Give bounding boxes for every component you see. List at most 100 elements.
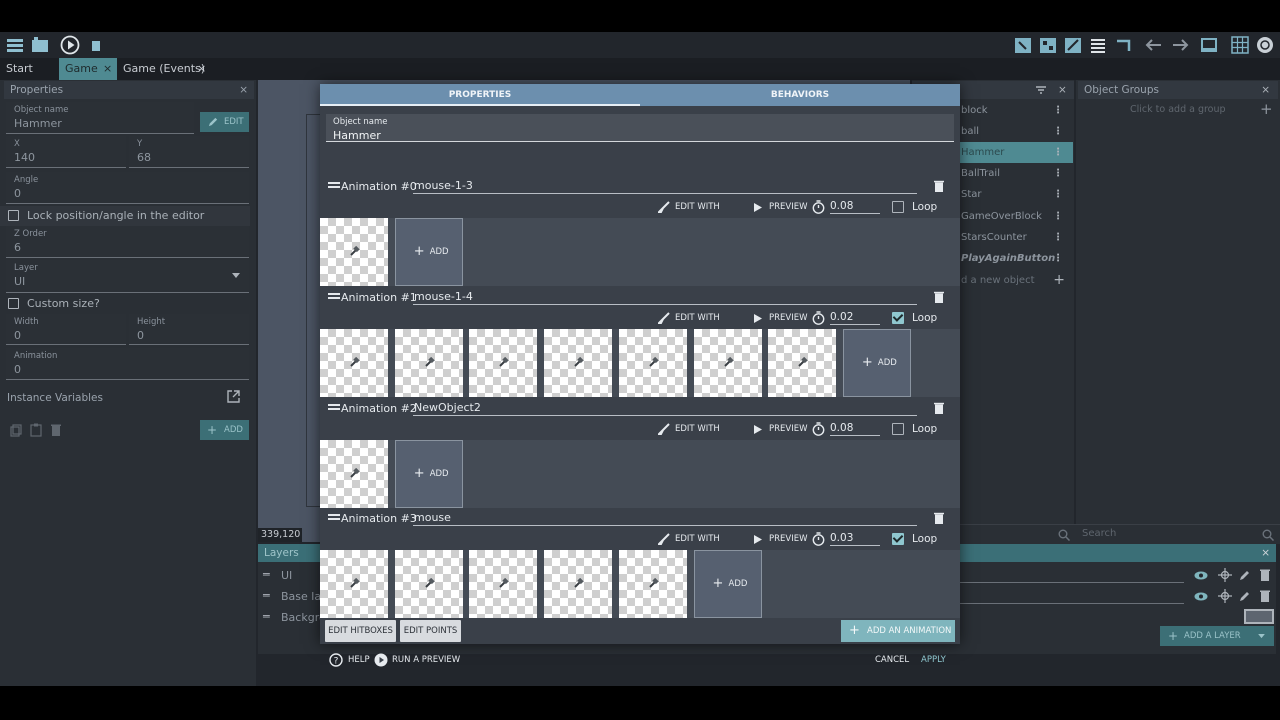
edit-points-button[interactable]: EDIT POINTS: [400, 620, 461, 642]
loop-checkbox[interactable]: [892, 312, 904, 324]
animation-frame[interactable]: [693, 329, 762, 397]
lock-position-row[interactable]: Lock position/angle in the editor: [0, 206, 250, 226]
tab-game[interactable]: Game ×: [59, 58, 117, 80]
crosshair-icon[interactable]: [1218, 568, 1232, 582]
animation-frame[interactable]: [320, 440, 388, 508]
height-field[interactable]: Height 0: [129, 314, 249, 345]
edit-with-piskel-button[interactable]: EDIT WITH PISKEL: [658, 199, 748, 228]
more-options-icon[interactable]: ⋮: [1053, 206, 1063, 227]
layer-name[interactable]: Backgro: [281, 611, 326, 624]
plus-icon[interactable]: +: [1260, 100, 1273, 118]
close-icon[interactable]: ×: [239, 81, 248, 99]
zorder-field[interactable]: Z Order 6: [6, 226, 249, 258]
close-icon[interactable]: ×: [103, 58, 112, 80]
add-new-object[interactable]: d a new object +: [955, 270, 1073, 291]
search-icon[interactable]: [1262, 529, 1274, 541]
more-options-icon[interactable]: ⋮: [1053, 248, 1063, 269]
frame-time-input[interactable]: 0.08: [830, 199, 880, 214]
animation-frame[interactable]: [544, 550, 613, 618]
edit-with-piskel-button[interactable]: EDIT WITH PISKEL: [658, 310, 748, 339]
search-bar[interactable]: Search: [960, 524, 1280, 544]
close-icon[interactable]: ×: [1058, 81, 1067, 99]
drag-handle-icon[interactable]: ═: [263, 589, 270, 602]
delete-icon[interactable]: [1260, 569, 1270, 581]
undo-icon[interactable]: [1144, 35, 1164, 55]
object-item[interactable]: ball ⋮: [955, 121, 1073, 142]
help-button[interactable]: ? HELP: [329, 651, 370, 669]
angle-field[interactable]: Angle 0: [6, 172, 249, 204]
edit-with-piskel-button[interactable]: EDIT WITH PISKEL: [658, 531, 748, 560]
animation-frame[interactable]: [618, 329, 687, 397]
background-color-swatch[interactable]: [1244, 609, 1274, 624]
animation-name-input[interactable]: NewObject2: [413, 400, 917, 416]
animation-name-input[interactable]: mouse: [413, 510, 917, 526]
preview-button[interactable]: PREVIEW: [754, 199, 808, 215]
project-manager-icon[interactable]: [5, 35, 25, 55]
edit-with-piskel-button[interactable]: EDIT WITH PISKEL: [658, 421, 748, 450]
animation-frame[interactable]: [394, 329, 463, 397]
close-icon[interactable]: ×: [197, 58, 206, 80]
tab-start-page[interactable]: Start Page: [0, 58, 58, 97]
object-item-selected[interactable]: Hammer ⋮: [955, 142, 1073, 163]
object-editor-icon[interactable]: [1013, 35, 1033, 55]
object-name-input[interactable]: Object name Hammer: [326, 114, 954, 142]
y-field[interactable]: Y 68: [129, 136, 249, 168]
debugger-icon[interactable]: [88, 35, 108, 55]
add-frame-button[interactable]: + ADD: [394, 440, 463, 508]
close-icon[interactable]: ×: [1261, 81, 1270, 99]
edit-object-button[interactable]: EDIT: [200, 112, 249, 132]
zoom-icon[interactable]: [1255, 35, 1275, 55]
object-item[interactable]: Star ⋮: [955, 184, 1073, 205]
animation-frame[interactable]: [618, 550, 687, 618]
eye-icon[interactable]: [1194, 571, 1208, 580]
run-preview-button[interactable]: RUN A PREVIEW: [374, 651, 464, 669]
edit-hitboxes-button[interactable]: EDIT HITBOXES: [325, 620, 396, 642]
animation-frame[interactable]: [768, 329, 837, 397]
more-options-icon[interactable]: ⋮: [1053, 100, 1063, 121]
object-item[interactable]: BallTrail ⋮: [955, 163, 1073, 184]
drag-handle-icon[interactable]: [328, 182, 340, 188]
preview-button[interactable]: PREVIEW: [754, 421, 808, 437]
close-icon[interactable]: ×: [1261, 544, 1270, 562]
layer-select[interactable]: Layer UI: [6, 260, 249, 293]
add-frame-button[interactable]: + ADD: [693, 550, 762, 618]
object-item[interactable]: GameOverBlock ⋮: [955, 206, 1073, 227]
animation-name-input[interactable]: mouse-1-4: [413, 289, 917, 305]
animation-frame[interactable]: [320, 550, 388, 618]
instances-list-icon[interactable]: [1088, 35, 1108, 55]
paste-icon[interactable]: [30, 423, 42, 437]
search-icon[interactable]: [1058, 529, 1070, 541]
search-input[interactable]: Search: [1082, 528, 1116, 539]
object-item[interactable]: StarsCounter ⋮: [955, 227, 1073, 248]
drag-handle-icon[interactable]: ═: [263, 568, 270, 581]
apply-button[interactable]: APPLY: [921, 651, 951, 669]
drag-handle-icon[interactable]: [328, 404, 340, 410]
delete-icon[interactable]: [934, 180, 944, 192]
eye-icon[interactable]: [1194, 592, 1208, 601]
animation-frame[interactable]: [394, 550, 463, 618]
redo-icon[interactable]: [1170, 35, 1190, 55]
animation-name-input[interactable]: mouse-1-3: [413, 178, 917, 194]
animation-frame[interactable]: [320, 329, 388, 397]
cancel-button[interactable]: CANCEL: [875, 651, 911, 669]
more-options-icon[interactable]: ⋮: [1053, 142, 1063, 163]
frame-time-input[interactable]: 0.08: [830, 421, 880, 436]
open-external-icon[interactable]: [227, 390, 240, 403]
layer-name[interactable]: UI: [281, 569, 292, 582]
layers-icon[interactable]: [1113, 35, 1133, 55]
plus-icon[interactable]: +: [1053, 270, 1065, 291]
object-name-field[interactable]: Object name Hammer: [6, 102, 194, 134]
copy-icon[interactable]: [10, 424, 22, 437]
object-item[interactable]: PlayAgainButton ⋮: [955, 248, 1073, 269]
delete-icon[interactable]: [934, 291, 944, 303]
frame-time-input[interactable]: 0.02: [830, 310, 880, 325]
delete-icon[interactable]: [934, 402, 944, 414]
object-groups-icon[interactable]: [1038, 35, 1058, 55]
loop-checkbox[interactable]: [892, 533, 904, 545]
drag-handle-icon[interactable]: [328, 514, 340, 520]
more-options-icon[interactable]: ⋮: [1053, 163, 1063, 184]
more-options-icon[interactable]: ⋮: [1053, 227, 1063, 248]
window-mask-icon[interactable]: [1199, 35, 1219, 55]
crosshair-icon[interactable]: [1218, 589, 1232, 603]
more-options-icon[interactable]: ⋮: [1053, 121, 1063, 142]
